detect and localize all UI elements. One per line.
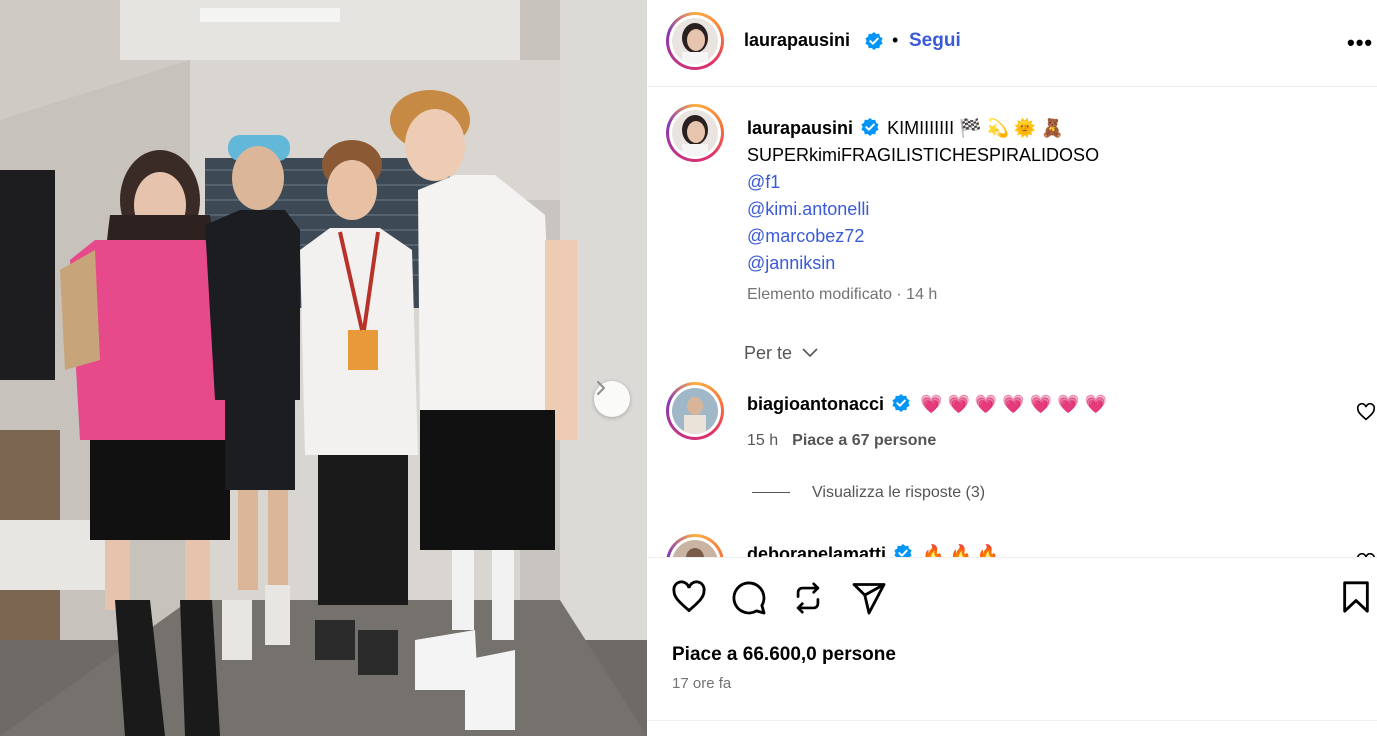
heart-icon[interactable] xyxy=(1356,403,1376,421)
chevron-down-icon xyxy=(802,348,818,358)
header-separator: • xyxy=(892,30,899,50)
post-photo xyxy=(0,0,647,736)
caption-meta: Elemento modificato · 14 h xyxy=(747,286,938,303)
post-caption: laurapausini KIMIIIIIII 🏁 💫 🌞 🧸 SUPERkim… xyxy=(747,115,1307,277)
bookmark-icon[interactable] xyxy=(1341,580,1371,614)
follow-button[interactable]: Segui xyxy=(909,30,961,52)
post-actions-bar: Piace a 66.600,0 persone 17 ore fa xyxy=(647,557,1377,721)
avatar-image xyxy=(672,388,718,434)
heart-icon[interactable] xyxy=(671,580,707,614)
comments-filter-dropdown[interactable]: Per te xyxy=(744,343,819,364)
comment-time: 15 h xyxy=(747,432,779,449)
replies-divider xyxy=(752,492,790,494)
post-timestamp: 17 ore fa xyxy=(672,675,732,692)
author-username[interactable]: laurapausini xyxy=(744,30,850,51)
view-replies-button[interactable]: Visualizza le risposte (3) xyxy=(752,484,985,502)
paper-plane-icon[interactable] xyxy=(851,580,887,616)
mention-link[interactable]: @janniksin xyxy=(747,250,1307,277)
mention-link[interactable]: @marcobez72 xyxy=(747,223,1307,250)
comment-author-username[interactable]: biagioantonacci xyxy=(747,394,884,414)
author-avatar[interactable] xyxy=(666,12,724,70)
comment-author-avatar[interactable] xyxy=(666,382,724,440)
more-options-button[interactable]: ••• xyxy=(1347,30,1373,56)
post-side-panel: laurapausini • Segui ••• laurapausini KI… xyxy=(647,0,1377,736)
comment-bubble-icon[interactable] xyxy=(731,580,767,616)
view-replies-label: Visualizza le risposte (3) xyxy=(812,484,986,501)
photo-illustration xyxy=(0,0,647,736)
caption-author-avatar[interactable] xyxy=(666,104,724,162)
post-likes-count[interactable]: Piace a 66.600,0 persone xyxy=(672,644,896,666)
mention-link[interactable]: @kimi.antonelli xyxy=(747,196,1307,223)
avatar-image xyxy=(672,110,718,156)
comment-text: 💗 💗 💗 💗 💗 💗 💗 xyxy=(920,393,1107,414)
caption-line-2: SUPERkimiFRAGILISTICHESPIRALIDOSO xyxy=(747,145,1100,165)
verified-badge-icon xyxy=(865,32,883,50)
verified-badge-icon xyxy=(861,118,879,137)
post-header: laurapausini • Segui ••• xyxy=(647,0,1377,87)
next-photo-button[interactable] xyxy=(594,381,630,417)
repost-icon[interactable] xyxy=(791,580,825,616)
comment-likes-link[interactable]: Piace a 67 persone xyxy=(792,432,936,449)
filter-label: Per te xyxy=(744,343,793,363)
avatar-image xyxy=(672,18,718,64)
comment: biagioantonacci 💗 💗 💗 💗 💗 💗 💗 xyxy=(747,393,1107,417)
caption-author-username[interactable]: laurapausini xyxy=(747,118,853,138)
divider xyxy=(647,720,1377,721)
mention-link[interactable]: @f1 xyxy=(747,169,1307,196)
caption-line-1: KIMIIIIIII 🏁 💫 🌞 🧸 xyxy=(887,118,1064,138)
verified-badge-icon xyxy=(892,394,910,412)
chevron-right-icon xyxy=(597,381,605,395)
comment-meta: 15 h Piace a 67 persone xyxy=(747,432,936,450)
